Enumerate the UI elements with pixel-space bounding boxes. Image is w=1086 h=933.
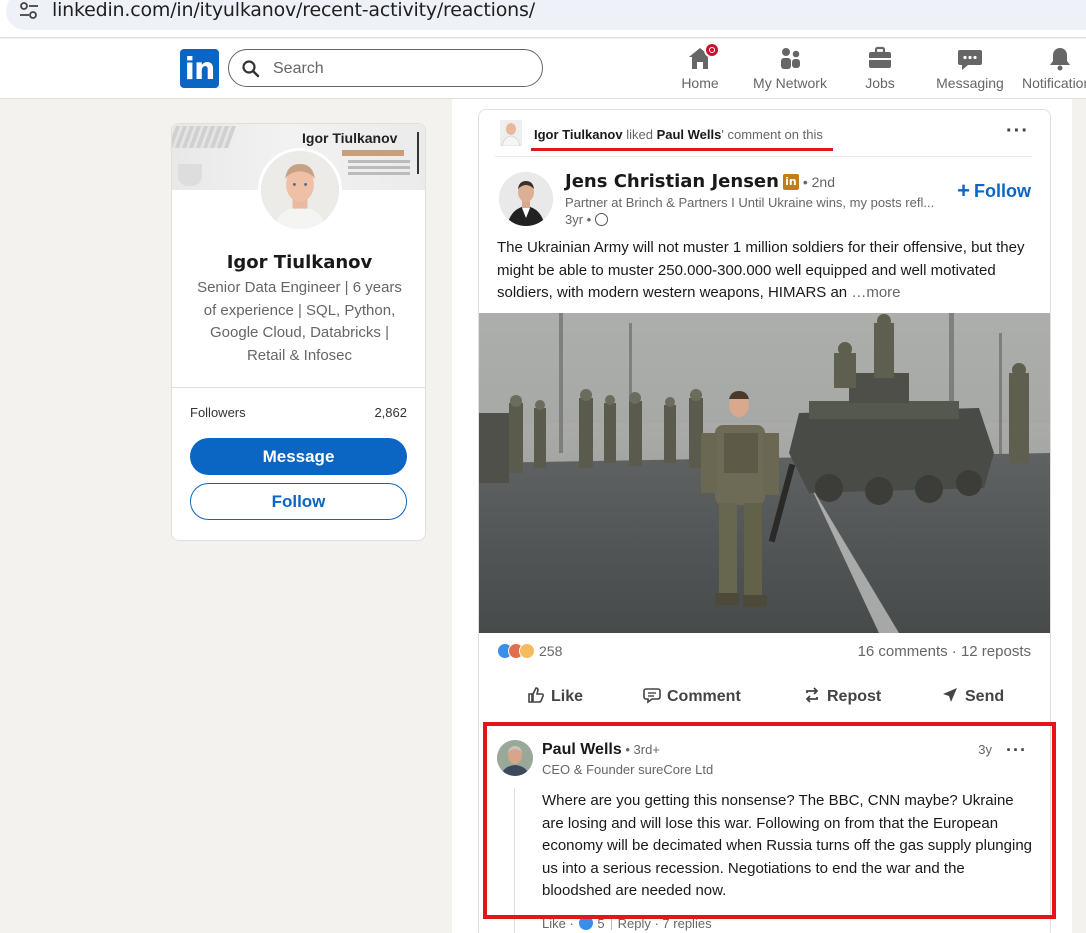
notification-badge [704,42,720,58]
red-underline [531,148,833,151]
premium-badge-icon: in [782,174,799,190]
like-button[interactable]: Like [527,686,583,706]
message-button[interactable]: Message [190,438,407,475]
briefcase-icon [866,45,894,71]
activity-text: Igor Tiulkanov liked Paul Wells' comment… [534,127,823,142]
site-settings-icon[interactable] [18,2,40,20]
connection-degree: • 2nd [798,174,835,190]
comment-icon [643,688,661,704]
post-body: The Ukrainian Army will not muster 1 mil… [497,239,1025,301]
divider [495,156,1032,157]
post-actions-bar: Like Comment Repost Send [479,678,1050,718]
profile-headline: Senior Data Engineer | 6 years of experi… [197,279,402,364]
nav-jobs[interactable]: Jobs [858,45,902,97]
followers-label: Followers [190,405,246,420]
linkedin-logo[interactable]: in [180,49,219,88]
bell-icon [1046,45,1074,71]
search-box[interactable] [228,49,543,87]
nav-notifications-label: Notifications [1022,75,1086,91]
banner-divider [417,132,419,174]
search-input[interactable] [273,58,523,80]
repost-button[interactable]: Repost [803,686,881,706]
highlight-box [483,722,1056,919]
nav-home-label: Home [681,75,719,91]
followers-count: 2,862 [374,405,407,420]
follow-author-button[interactable]: + Follow [957,178,1031,204]
post-image[interactable] [479,313,1050,633]
insightful-reaction-icon [519,643,535,660]
banner-name: Igor Tiulkanov [302,130,398,146]
banner-stripe [342,150,404,156]
url-text[interactable]: linkedin.com/in/ityulkanov/recent-activi… [52,0,535,21]
nav-my-network[interactable]: My Network [750,45,830,97]
comment-button[interactable]: Comment [643,686,741,706]
activity-header: Igor Tiulkanov liked Paul Wells' comment… [479,110,1050,156]
reactions-summary[interactable]: 258 [497,642,562,662]
nav-messaging-label: Messaging [936,75,1004,91]
post-author-name[interactable]: Jens Christian Jensen in • 2nd [565,171,835,192]
cup-graphic [178,164,202,186]
top-nav: in Home My Network Jobs Messaging [0,39,1086,99]
profile-avatar[interactable] [258,148,342,232]
messaging-icon [956,45,984,71]
nav-jobs-label: Jobs [865,75,895,91]
thumbs-up-icon [528,687,544,703]
repost-icon [805,687,819,703]
keyboard-graphic [172,126,237,148]
profile-card: Igor Tiulkanov Igor Tiulkanov Senior Dat… [171,123,426,541]
reaction-count: 258 [539,643,563,660]
plus-icon: + [957,178,970,203]
comments-reposts-count[interactable]: 16 comments · 12 reposts [858,643,1031,660]
nav-home[interactable]: Home [672,42,728,97]
home-icon [686,42,720,71]
follow-button[interactable]: Follow [190,483,407,520]
network-icon [776,45,804,71]
nav-messaging[interactable]: Messaging [936,45,1004,97]
send-icon [943,688,957,702]
more-options-icon[interactable]: ··· [1006,120,1029,143]
nav-my-network-label: My Network [753,75,827,91]
browser-address-bar: linkedin.com/in/ityulkanov/recent-activi… [0,0,1086,38]
actor-avatar[interactable] [500,120,522,146]
post-author-subtitle: Partner at Brinch & Partners I Until Ukr… [565,195,935,210]
search-icon [242,60,260,78]
author-avatar[interactable] [499,172,553,226]
see-more-link[interactable]: …more [847,284,900,301]
actor-name[interactable]: Igor Tiulkanov [534,127,623,142]
profile-name[interactable]: Igor Tiulkanov [172,252,425,273]
send-button[interactable]: Send [941,686,1004,706]
globe-icon [594,213,608,226]
divider [172,387,425,388]
nav-notifications[interactable]: Notifications [1022,45,1086,97]
banner-text-lines [348,160,410,163]
post-time: 3yr • [565,212,608,227]
target-name[interactable]: Paul Wells [657,127,722,142]
